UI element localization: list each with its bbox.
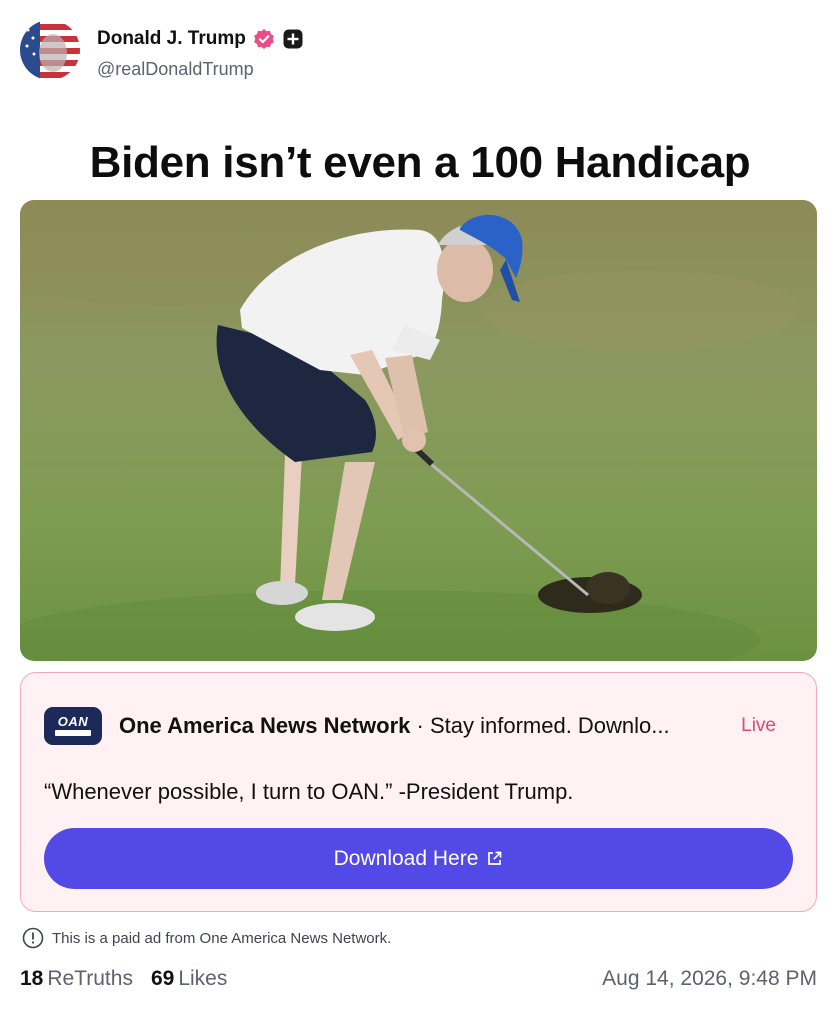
post-text: Biden isn’t even a 100 Handicap <box>89 138 751 187</box>
live-label: Live <box>741 715 776 736</box>
ad-card[interactable]: OAN One America News Network · Stay info… <box>20 672 817 912</box>
post-header: Donald J. Trump @realDonaldTrump <box>20 20 820 82</box>
download-button-label: Download Here <box>333 846 479 870</box>
ad-separator: · <box>410 713 430 738</box>
info-icon <box>22 927 44 949</box>
ad-title-row: One America News Network · Stay informed… <box>119 713 719 739</box>
likes-count: 69 <box>150 967 175 990</box>
likes-stat[interactable]: 69 Likes <box>151 967 227 991</box>
ad-quote: “Whenever possible, I turn to OAN.” -Pre… <box>44 779 574 804</box>
retruths-count: 18 <box>20 967 44 990</box>
retruths-stat[interactable]: 18 ReTruths <box>20 967 133 991</box>
ad-source-name[interactable]: One America News Network <box>119 713 410 738</box>
retruths-label: ReTruths <box>47 967 133 990</box>
post-timestamp[interactable]: Aug 14, 2026, 9:48 PM <box>602 967 817 991</box>
author-handle[interactable]: @realDonaldTrump <box>97 59 254 80</box>
verified-badge-icon <box>253 28 275 50</box>
ad-disclaimer-text: This is a paid ad from One America News … <box>52 929 392 947</box>
author-display-name[interactable]: Donald J. Trump <box>97 28 246 50</box>
ad-logo-text: OAN <box>57 714 89 729</box>
ad-disclaimer: This is a paid ad from One America News … <box>22 927 391 949</box>
ad-description: Stay informed. Downlo... <box>429 713 670 738</box>
plus-badge-icon <box>282 28 304 50</box>
external-link-icon <box>486 850 503 867</box>
download-button[interactable]: Download Here <box>44 828 793 889</box>
post-image[interactable] <box>20 200 817 661</box>
oan-logo-icon[interactable]: OAN <box>44 707 102 745</box>
author-name-row: Donald J. Trump <box>97 26 304 52</box>
post-stats: 18 ReTruths 69 Likes <box>20 967 227 991</box>
ad-logo-stripe <box>55 730 91 736</box>
post-footer: 18 ReTruths 69 Likes Aug 14, 2026, 9:48 PM <box>20 967 817 995</box>
avatar[interactable] <box>20 20 80 80</box>
likes-label: Likes <box>178 967 228 990</box>
